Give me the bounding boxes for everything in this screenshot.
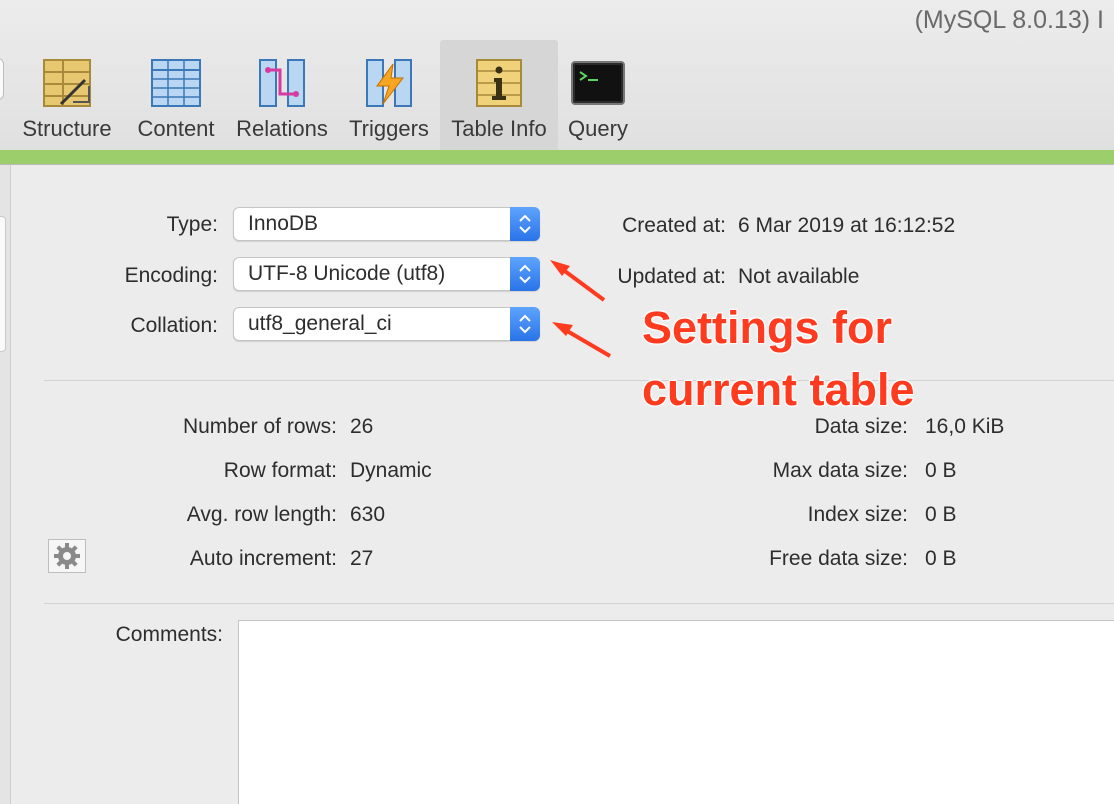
stat-value: 16,0 KiB — [925, 415, 1005, 438]
stat-value: 0 B — [925, 459, 957, 482]
search-field-edge[interactable] — [0, 58, 4, 100]
stat-label: Max data size: — [772, 459, 908, 482]
collation-select[interactable]: utf8_general_ci — [233, 307, 540, 341]
comments-textarea[interactable] — [238, 620, 1114, 804]
updated-at-label: Updated at: — [617, 265, 726, 288]
chevron-updown-icon — [510, 207, 540, 241]
encoding-select-value: UTF-8 Unicode (utf8) — [248, 262, 446, 285]
chevron-updown-icon — [510, 257, 540, 291]
tab-structure[interactable]: Structure — [14, 40, 120, 150]
encoding-label: Encoding: — [124, 264, 218, 287]
gear-icon — [54, 543, 80, 569]
stat-label: Data size: — [814, 415, 908, 438]
updated-at-value: Not available — [738, 265, 860, 288]
stat-value: 630 — [350, 503, 386, 526]
stat-label: Row format: — [223, 459, 337, 482]
triggers-icon — [366, 59, 412, 107]
divider — [44, 603, 1114, 604]
toolbar: (MySQL 8.0.13) I Structure Content Relat… — [0, 0, 1114, 150]
window-title: (MySQL 8.0.13) I — [914, 6, 1104, 34]
stat-label: Free data size: — [769, 547, 908, 570]
tab-table-info-label: Table Info — [451, 116, 547, 141]
divider — [44, 380, 1114, 381]
stat-value: 0 B — [925, 503, 957, 526]
chevron-updown-icon — [510, 307, 540, 341]
tab-triggers-label: Triggers — [349, 116, 429, 141]
query-icon — [571, 61, 625, 105]
table-info-icon — [476, 59, 522, 107]
tab-content-label: Content — [137, 116, 215, 141]
tab-relations[interactable]: Relations — [230, 40, 334, 150]
tab-relations-label: Relations — [236, 116, 328, 141]
accent-separator — [0, 150, 1114, 165]
type-select[interactable]: InnoDB — [233, 207, 540, 241]
table-info-window: (MySQL 8.0.13) I Structure Content Relat… — [0, 0, 1114, 804]
structure-icon — [43, 59, 91, 107]
tab-content[interactable]: Content — [130, 40, 222, 150]
stat-label: Number of rows: — [182, 415, 337, 438]
tab-query-label: Query — [568, 116, 628, 141]
comments-label: Comments: — [115, 623, 223, 646]
stat-label: Avg. row length: — [186, 503, 337, 526]
annotation-text-line1: Settings for — [642, 302, 893, 353]
stat-value: 26 — [350, 415, 374, 438]
collation-select-value: utf8_general_ci — [248, 312, 392, 335]
stat-label: Auto increment: — [189, 547, 337, 570]
tab-structure-label: Structure — [22, 116, 112, 141]
tab-query[interactable]: Query — [562, 40, 634, 150]
tab-table-info[interactable]: Table Info — [440, 40, 558, 150]
annotation-text-line2: current table — [642, 364, 915, 415]
relations-icon — [259, 59, 305, 107]
type-select-value: InnoDB — [248, 212, 319, 235]
created-at-value: 6 Mar 2019 at 16:12:52 — [738, 214, 956, 237]
stat-label: Index size: — [807, 503, 908, 526]
collation-label: Collation: — [130, 314, 218, 337]
sidebar-list-edge[interactable] — [0, 216, 6, 352]
stat-value: Dynamic — [350, 459, 432, 482]
encoding-select[interactable]: UTF-8 Unicode (utf8) — [233, 257, 540, 291]
tab-triggers[interactable]: Triggers — [342, 40, 436, 150]
stat-value: 27 — [350, 547, 374, 570]
stat-value: 0 B — [925, 547, 957, 570]
content-icon — [151, 59, 201, 107]
actions-button[interactable] — [48, 539, 86, 573]
annotation-arrow-icon — [550, 260, 612, 358]
created-at-label: Created at: — [622, 214, 726, 237]
type-label: Type: — [166, 213, 218, 236]
